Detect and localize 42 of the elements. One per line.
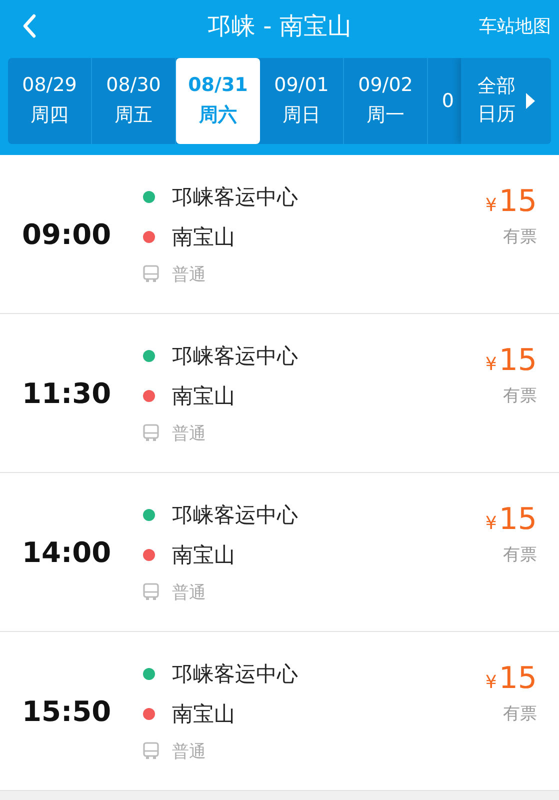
- availability-label: 有票: [503, 385, 537, 407]
- stop-name: 南宝山: [172, 700, 235, 728]
- ticket-price: ¥15: [485, 184, 537, 219]
- trip-row[interactable]: 09:00 邛崃客运中心 南宝山 普通 ¥15 有票: [0, 155, 559, 314]
- back-icon[interactable]: [21, 13, 37, 39]
- date-tab[interactable]: 08/29 周四: [8, 58, 92, 144]
- trip-row[interactable]: 15:50 邛崃客运中心 南宝山 普通 ¥15 有票: [0, 632, 559, 791]
- bus-icon: [143, 424, 159, 442]
- bus-icon: [143, 265, 159, 283]
- availability-label: 有票: [503, 226, 537, 248]
- bus-icon: [143, 583, 159, 601]
- availability-label: 有票: [503, 544, 537, 566]
- bus-type: 普通: [172, 740, 206, 762]
- date-tab[interactable]: 08/31 周六: [176, 58, 260, 144]
- trip-row[interactable]: 11:30 邛崃客运中心 南宝山 普通 ¥15 有票: [0, 314, 559, 473]
- trip-row[interactable]: 14:00 邛崃客运中心 南宝山 普通 ¥15 有票: [0, 473, 559, 632]
- date-tab[interactable]: 09/01 周日: [260, 58, 344, 144]
- departure-time: 09:00: [21, 218, 112, 250]
- bus-icon: [143, 742, 159, 760]
- stop-name: 邛崃客运中心: [172, 184, 298, 210]
- ticket-price: ¥15: [485, 343, 537, 378]
- bus-type: 普通: [172, 264, 206, 286]
- availability-label: 有票: [503, 703, 537, 725]
- bus-type: 普通: [172, 582, 206, 604]
- stop-name: 南宝山: [172, 382, 235, 410]
- stop-name: 邛崃客运中心: [172, 342, 298, 370]
- departure-time: 14:00: [21, 536, 112, 568]
- stop-name: 邛崃客运中心: [172, 660, 298, 688]
- departure-time: 11:30: [21, 376, 112, 410]
- date-tab[interactable]: 09/02 周一: [344, 58, 428, 144]
- ticket-price: ¥15: [485, 502, 537, 537]
- stop-name: 邛崃客运中心: [172, 502, 298, 528]
- stop-name: 南宝山: [172, 542, 235, 568]
- calendar-button[interactable]: 全部 日历: [461, 58, 551, 144]
- caret-icon: [526, 93, 534, 109]
- bus-type: 普通: [172, 422, 206, 444]
- ticket-price: ¥15: [485, 661, 537, 696]
- page-title: 邛崃 - 南宝山: [206, 11, 352, 42]
- departure-time: 15:50: [21, 694, 112, 728]
- stop-name: 南宝山: [172, 224, 235, 250]
- station-map-link[interactable]: 车站地图: [479, 14, 551, 38]
- date-tab[interactable]: 0: [428, 58, 454, 144]
